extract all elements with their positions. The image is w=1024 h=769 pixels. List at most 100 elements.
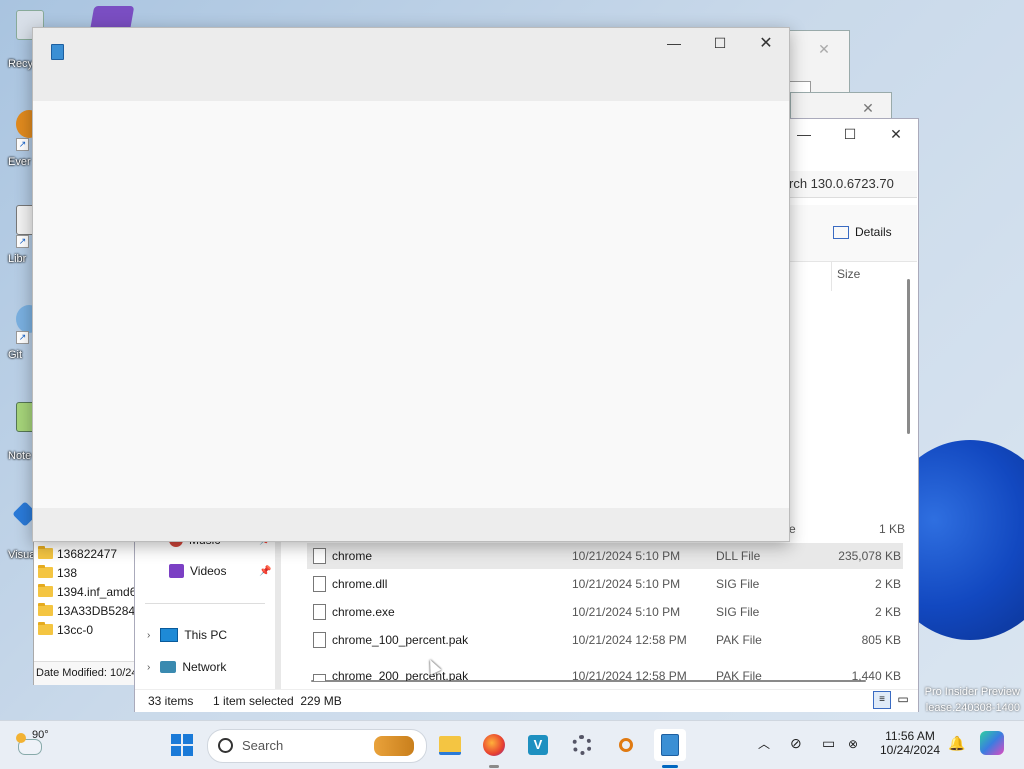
nav-label: This PC [184, 628, 228, 642]
computer-icon [160, 628, 179, 642]
taskbar-visual-studio[interactable]: V [522, 729, 554, 761]
network-status-icon[interactable]: ⊘ [790, 735, 802, 752]
file-icon [313, 548, 326, 564]
column-divider[interactable] [831, 261, 832, 291]
taskbar-firefox[interactable] [478, 729, 510, 761]
table-row[interactable]: chrome 10/21/2024 5:10 PM DLL File 235,078 … [307, 543, 903, 569]
notepad-app-icon [51, 44, 64, 60]
windows-logo-icon [171, 734, 193, 756]
clock[interactable]: 11:56 AM 10/24/2024 [876, 729, 944, 757]
chevron-right-icon[interactable]: › [147, 630, 150, 641]
file-size: 2 KB [874, 605, 901, 619]
pane-splitter[interactable] [275, 519, 281, 689]
visual-studio-installer-icon: V [528, 735, 548, 755]
file-type: PAK File [716, 669, 762, 681]
volume-muted-icon[interactable]: ⊗ [848, 737, 858, 751]
display-icon[interactable]: ▭ [822, 735, 835, 752]
close-icon[interactable]: ✕ [873, 119, 919, 149]
details-view-icon[interactable]: ≡ [873, 691, 891, 709]
desktop-icon-label: Libr [8, 253, 27, 265]
file-type: SIG File [716, 577, 760, 591]
chevron-up-icon[interactable]: ︿ [758, 735, 770, 752]
start-button[interactable] [166, 729, 198, 761]
folder-name: 138 [57, 565, 78, 580]
taskbar-file-explorer[interactable] [434, 729, 466, 761]
copilot-icon[interactable] [980, 731, 1004, 755]
maximize-button[interactable]: ☐ [697, 28, 743, 58]
column-header-size[interactable]: Size [837, 267, 860, 281]
vertical-scrollbar[interactable] [907, 279, 910, 434]
folder-icon [38, 622, 53, 635]
folder-name: 13A33DB528450 [57, 603, 141, 618]
notification-bell-icon[interactable]: 🔔 [948, 735, 965, 752]
taskbar-everything[interactable] [610, 729, 642, 761]
close-icon[interactable]: ✕ [801, 34, 847, 64]
notepad-window[interactable]: — ☐ ✕ [32, 27, 790, 542]
details-label: Details [855, 225, 892, 239]
file-icon [313, 576, 326, 592]
list-item[interactable]: 1394.inf_amd64 [34, 582, 141, 601]
clock-time: 11:56 AM [885, 729, 935, 743]
nav-item-network[interactable]: › Network [147, 654, 226, 680]
os-watermark-line1: Pro Insider Preview [924, 686, 1020, 698]
file-size: 1 KB [879, 522, 906, 536]
file-name: chrome [332, 549, 373, 563]
file-type: PAK File [716, 633, 762, 647]
address-bar[interactable]: rch 130.0.6723.70 [789, 171, 917, 198]
list-item[interactable]: 136822477 [34, 544, 141, 563]
status-bar [33, 508, 789, 541]
network-icon [160, 661, 177, 673]
folder-name: 136822477 [57, 546, 118, 561]
taskbar-notepad[interactable] [654, 729, 686, 761]
nav-item-this-pc[interactable]: › This PC [147, 622, 227, 648]
list-item[interactable]: 13cc-0 [34, 620, 141, 639]
notepad-icon [661, 734, 679, 756]
taskbar-settings[interactable] [566, 729, 598, 761]
folder-icon [38, 546, 53, 559]
folder-name: 1394.inf_amd64 [57, 584, 141, 599]
shortcut-arrow-icon: ↗ [16, 331, 29, 344]
nav-item-videos[interactable]: Videos 📌 [169, 558, 271, 584]
tiles-view-icon[interactable]: ▭ [895, 691, 911, 707]
folder-icon [38, 603, 53, 616]
firefox-icon [483, 734, 505, 756]
title-bar[interactable]: — ☐ ✕ [33, 28, 789, 101]
folder-icon [439, 735, 461, 755]
search-placeholder: Search [242, 738, 284, 753]
folder-name: 13cc-0 [57, 622, 94, 637]
file-date: 10/21/2024 12:58 PM [572, 669, 687, 681]
file-type: e [789, 522, 796, 536]
file-size: 235,078 KB [838, 549, 901, 563]
maximize-icon: ☐ [713, 34, 727, 51]
search-highlight-image [374, 736, 414, 756]
close-button[interactable]: ✕ [743, 28, 789, 58]
file-icon [313, 604, 326, 620]
os-watermark-line2: lease.240308-1400 [925, 702, 1020, 714]
details-pane-button[interactable]: Details [833, 225, 892, 239]
chevron-right-icon[interactable]: › [147, 662, 150, 673]
nav-divider [145, 603, 265, 604]
status-selection: 1 item selected 229 MB [213, 694, 342, 708]
table-row[interactable]: chrome_200_percent.pak 10/21/2024 12:58 P… [307, 669, 903, 681]
address-text: rch 130.0.6723.70 [789, 176, 894, 191]
search-box[interactable]: Search [207, 729, 427, 763]
table-row[interactable]: chrome_100_percent.pak 10/21/2024 12:58 P… [307, 627, 903, 653]
table-row[interactable]: chrome.exe 10/21/2024 5:10 PM SIG File 2 KB [307, 599, 903, 625]
file-type: DLL File [716, 549, 761, 563]
file-name: chrome.exe [332, 605, 395, 619]
list-item[interactable]: 13A33DB528450 [34, 601, 141, 620]
desktop-icon-label: Visua [8, 549, 36, 561]
table-row[interactable]: chrome.dll 10/21/2024 5:10 PM SIG File 2 KB [307, 571, 903, 597]
list-item[interactable]: 138 [34, 563, 141, 582]
folder-list: 136 136822477 138 1394.inf_amd64 13A33DB… [34, 525, 141, 639]
folder-icon [38, 565, 53, 578]
text-editor-area[interactable] [33, 101, 789, 508]
clock-date: 10/24/2024 [879, 743, 941, 757]
file-name: chrome.dll [332, 577, 388, 591]
file-size: 805 KB [861, 633, 901, 647]
minimize-button[interactable]: — [651, 28, 697, 58]
file-date: 10/21/2024 5:10 PM [572, 549, 681, 563]
maximize-icon[interactable]: ☐ [827, 119, 873, 149]
pin-icon[interactable]: 📌 [259, 566, 271, 577]
file-date: 10/21/2024 5:10 PM [572, 577, 681, 591]
